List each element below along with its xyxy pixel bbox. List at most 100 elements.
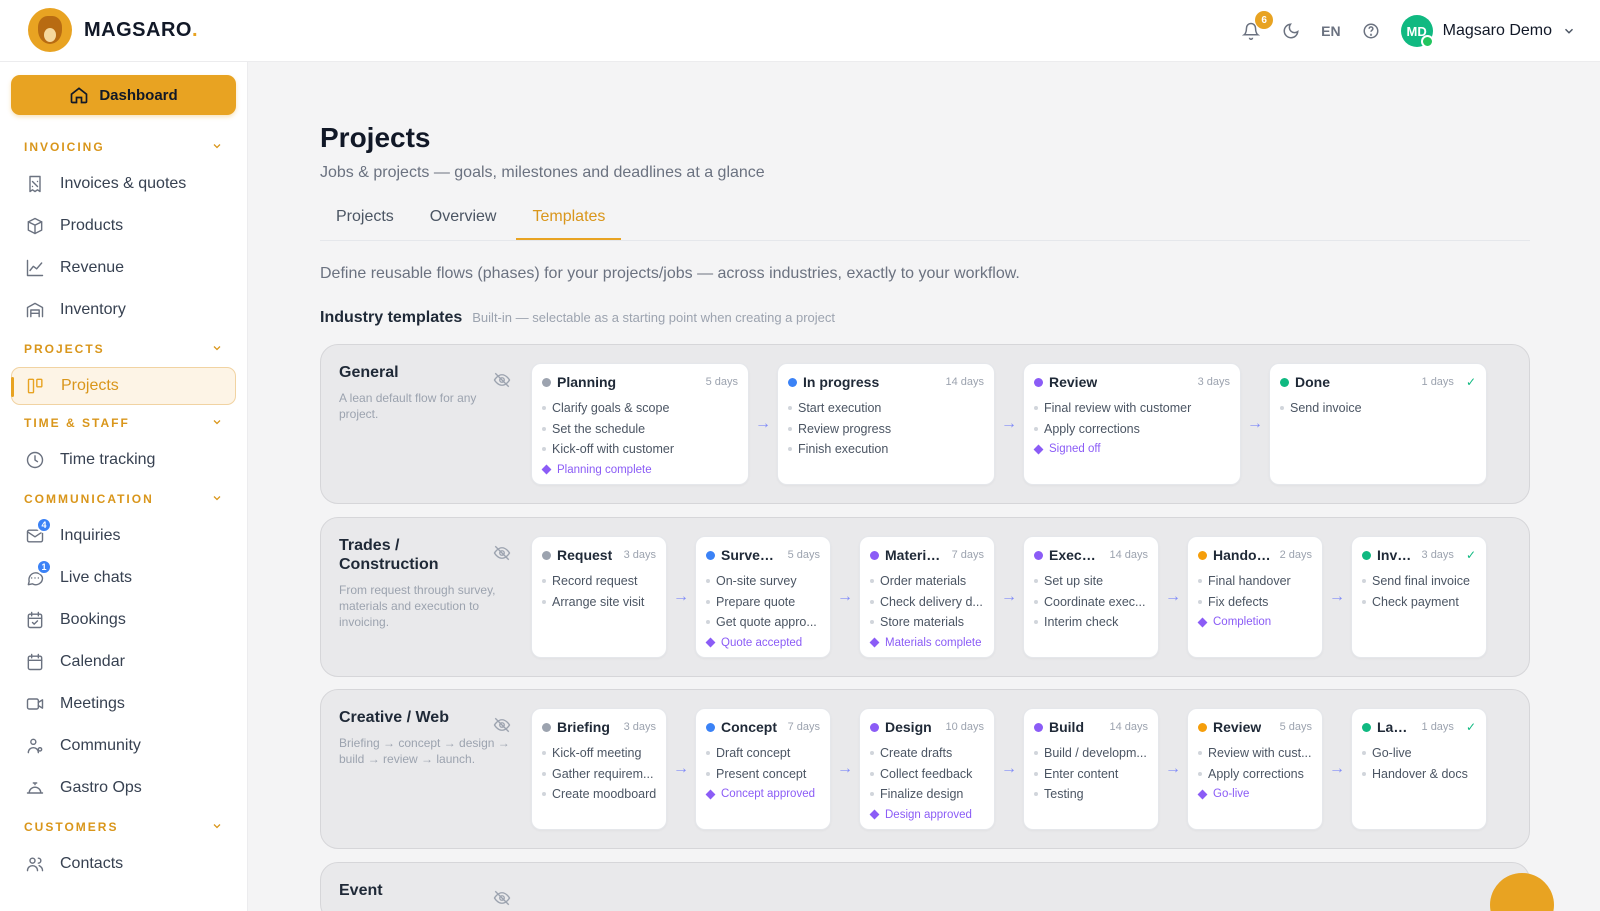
phase-task: Get quote appro... <box>706 612 820 633</box>
tab-overview[interactable]: Overview <box>414 208 513 240</box>
sidebar-section-communication[interactable]: COMMUNICATION <box>11 483 236 515</box>
phase-card[interactable]: In progress 14 days Start execution Review … <box>777 363 995 485</box>
warehouse-icon <box>24 299 46 321</box>
phase-card[interactable]: Survey ... 5 days On-site survey Prepare qu… <box>695 536 831 658</box>
phase-card[interactable]: Execut... 14 days Set up site Coordinate ex… <box>1023 536 1159 658</box>
template-card[interactable]: Creative / Web Briefing → concept → desig… <box>320 689 1530 849</box>
chevron-down-icon <box>211 342 223 357</box>
cloche-icon <box>24 777 46 799</box>
phase-task: Prepare quote <box>706 592 820 613</box>
phase-duration: 5 days <box>787 549 820 561</box>
phase-name: Handover <box>1213 547 1274 563</box>
phase-card[interactable]: Handover 2 days Final handover Fix defects C… <box>1187 536 1323 658</box>
sidebar-item-label: Projects <box>61 377 119 394</box>
phase-card[interactable]: Request 3 days Record request Arrange site … <box>531 536 667 658</box>
template-card[interactable]: General A lean default flow for any proje… <box>320 344 1530 504</box>
language-switch[interactable]: EN <box>1321 23 1340 39</box>
sidebar-item-inquiries[interactable]: 4 Inquiries <box>11 515 236 557</box>
phase-status-dot <box>1034 550 1043 560</box>
sidebar-section-projects[interactable]: PROJECTS <box>11 333 236 365</box>
template-card[interactable]: Event <box>320 862 1530 911</box>
phase-card[interactable]: Laun... 1 days ✓ Go-liveHandover & docs <box>1351 708 1487 830</box>
industry-templates-note: Built-in — selectable as a starting poin… <box>472 310 836 325</box>
help-icon[interactable] <box>1361 21 1381 41</box>
sidebar-item-community[interactable]: Community <box>11 725 236 767</box>
sidebar-section-time-staff[interactable]: TIME & STAFF <box>11 407 236 439</box>
phase-card[interactable]: Review 5 days Review with cust... Apply cor… <box>1187 708 1323 830</box>
phase-task: Create drafts <box>870 743 984 764</box>
phase-card[interactable]: Build 14 days Build / developm... Enter con… <box>1023 708 1159 830</box>
phase-name: Done <box>1295 374 1330 390</box>
phase-card[interactable]: Design 10 days Create drafts Collect feedba… <box>859 708 995 830</box>
phase-status-dot <box>1034 722 1043 732</box>
arrow-right-icon: → <box>673 760 689 777</box>
sidebar-item-meetings[interactable]: Meetings <box>11 683 236 725</box>
template-description: From request through survey, materials a… <box>339 583 496 629</box>
eye-off-icon[interactable] <box>493 371 511 394</box>
sidebar-item-inventory[interactable]: Inventory <box>11 289 236 331</box>
phase-card[interactable]: Materials 7 days Order materials Check deli… <box>859 536 995 658</box>
phase-task: Check payment <box>1362 592 1476 613</box>
eye-off-icon[interactable] <box>493 889 511 911</box>
milestone-label: Go-live <box>1213 788 1250 800</box>
moon-icon[interactable] <box>1281 21 1301 41</box>
phase-card[interactable]: Planning 5 days Clarify goals & scope Set t… <box>531 363 749 485</box>
sidebar-item-contacts[interactable]: Contacts <box>11 843 236 885</box>
dashboard-button[interactable]: Dashboard <box>11 75 236 115</box>
phase-status-dot <box>1198 722 1207 732</box>
tab-templates[interactable]: Templates <box>516 208 622 240</box>
phase-status-dot <box>706 722 715 732</box>
arrow-right-icon: → <box>837 588 853 605</box>
phase-duration: 10 days <box>945 721 984 733</box>
phase-duration: 14 days <box>1109 721 1148 733</box>
eye-off-icon[interactable] <box>493 716 511 739</box>
phase-task: Review with cust... <box>1198 743 1312 764</box>
sidebar-section-invoicing[interactable]: INVOICING <box>11 131 236 163</box>
phase-task: Review progress <box>788 419 984 440</box>
tab-projects[interactable]: Projects <box>320 208 410 240</box>
phase-card[interactable]: Invo... 3 days ✓ Send final invoice Check pa… <box>1351 536 1487 658</box>
sidebar-item-bookings[interactable]: Bookings <box>11 599 236 641</box>
sidebar-item-live-chats[interactable]: 1 Live chats <box>11 557 236 599</box>
sidebar-item-revenue[interactable]: Revenue <box>11 247 236 289</box>
sidebar-section-customers[interactable]: CUSTOMERS <box>11 811 236 843</box>
sidebar-item-invoices-quotes[interactable]: Invoices & quotes <box>11 163 236 205</box>
sidebar-item-time-tracking[interactable]: Time tracking <box>11 439 236 481</box>
phase-status-dot <box>542 550 551 560</box>
phase-name: Survey ... <box>721 547 782 563</box>
milestone-label: Materials complete <box>885 636 982 649</box>
phase-card[interactable]: Concept 7 days Draft concept Present concep… <box>695 708 831 830</box>
phase-card[interactable]: Review 3 days Final review with customer Ap… <box>1023 363 1241 485</box>
sidebar-section-title: INVOICING <box>24 140 105 154</box>
page-title: Projects <box>320 122 431 153</box>
sidebar-item-gastro-ops[interactable]: Gastro Ops <box>11 767 236 809</box>
brand-logo[interactable]: MAGSARO. <box>28 8 198 52</box>
sidebar-item-label: Calendar <box>60 653 125 670</box>
bell-icon[interactable]: 6 <box>1241 11 1274 41</box>
milestone-diamond-icon <box>541 464 552 475</box>
phase-duration: 2 days <box>1279 549 1312 561</box>
phase-task: Finish execution <box>788 439 984 460</box>
sidebar-item-products[interactable]: Products <box>11 205 236 247</box>
sidebar-section-title: PROJECTS <box>24 342 105 356</box>
phase-milestone: Quote accepted <box>705 633 820 653</box>
phase-card[interactable]: Briefing 3 days Kick-off meeting Gather req… <box>531 708 667 830</box>
phase-duration: 1 days <box>1421 721 1454 733</box>
phase-name: Briefing <box>557 719 610 735</box>
chevron-down-icon <box>211 492 223 507</box>
receipt-icon <box>24 173 46 195</box>
phase-task: Set up site <box>1034 571 1148 592</box>
template-card[interactable]: Trades / Construction From request throug… <box>320 517 1530 677</box>
video-icon <box>24 693 46 715</box>
sidebar-item-label: Community <box>60 737 141 754</box>
chart-line-icon <box>24 257 46 279</box>
sidebar-section-title: CUSTOMERS <box>24 820 119 834</box>
sidebar-item-calendar[interactable]: Calendar <box>11 641 236 683</box>
sidebar-item-label: Inventory <box>60 301 126 318</box>
sidebar-item-label: Inquiries <box>60 527 121 544</box>
eye-off-icon[interactable] <box>493 544 511 567</box>
phase-card[interactable]: Done 1 days ✓ Send invoice <box>1269 363 1487 485</box>
user-menu[interactable]: MD Magsaro Demo <box>1400 15 1576 48</box>
phase-task: Order materials <box>870 571 984 592</box>
sidebar-item-projects[interactable]: Projects <box>11 367 236 405</box>
